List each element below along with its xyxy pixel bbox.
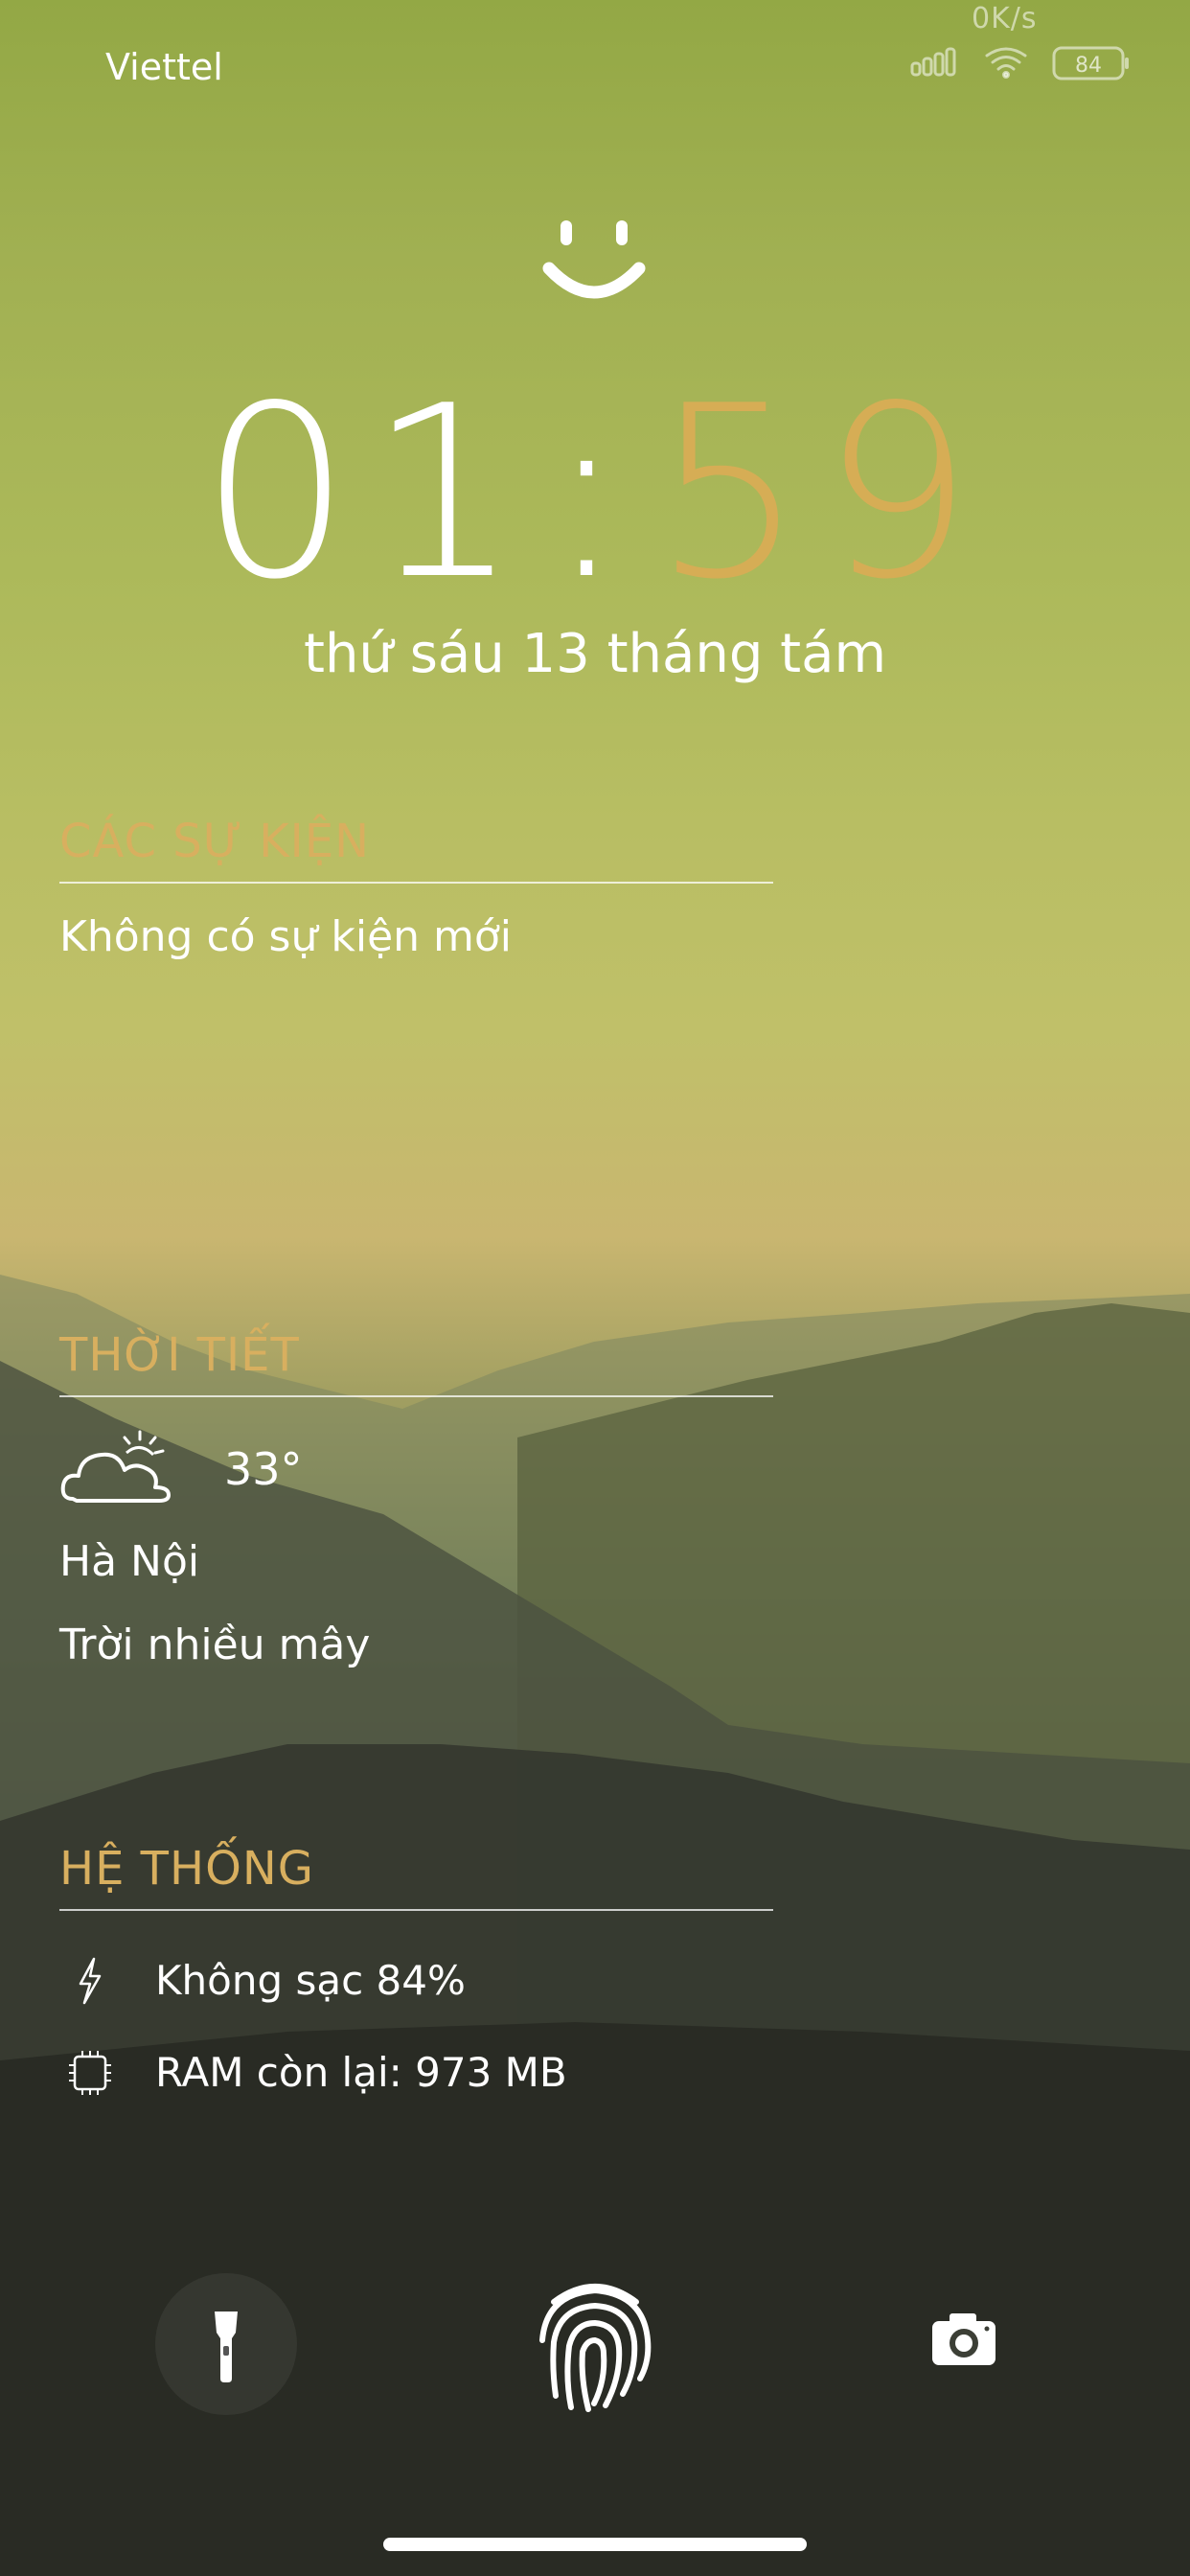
carrier-name: Viettel [105, 46, 223, 88]
battery-icon: 84 [1052, 46, 1129, 80]
clock-minutes: 59 [652, 356, 991, 632]
status-bar: Viettel 0K/s 84 [0, 0, 1190, 134]
smiley-icon [542, 220, 646, 299]
temperature: 33° [224, 1443, 303, 1495]
weather-row: 33° [59, 1424, 773, 1520]
battery-status-row: Không sạc 84% [59, 1936, 773, 2028]
flashlight-icon [215, 2312, 238, 2382]
clock-separator: : [546, 356, 644, 632]
weather-section: THỜI TIẾT 33° Hà Nội Trời nhiều mây [59, 1328, 773, 1669]
flashlight-button[interactable] [155, 2273, 297, 2415]
events-text: Không có sự kiện mới [59, 912, 513, 961]
clock: 01:59 [0, 374, 1190, 613]
battery-status: Không sạc 84% [155, 1957, 466, 2004]
events-title: CÁC SỰ KIỆN [59, 815, 773, 884]
battery-level: 84 [1075, 54, 1102, 78]
ram-status: RAM còn lại: 973 MB [155, 2049, 567, 2096]
weather-condition: Trời nhiều mây [59, 1621, 371, 1669]
system-title: HỆ THỐNG [59, 1842, 773, 1911]
home-indicator[interactable] [383, 2538, 807, 2551]
wifi-icon [985, 47, 1027, 79]
chip-icon [69, 2051, 111, 2095]
lightning-icon [79, 1957, 102, 2005]
clock-hours: 01 [199, 356, 538, 632]
fingerprint-icon[interactable] [533, 2273, 657, 2417]
date-label: thứ sáu 13 tháng tám [303, 623, 886, 685]
partly-cloudy-icon [60, 1430, 171, 1503]
weather-title: THỜI TIẾT [59, 1328, 773, 1397]
system-section: HỆ THỐNG Không sạc 84% RAM còn lại: 973 … [59, 1842, 773, 2120]
camera-icon [932, 2313, 995, 2365]
network-speed: 0K/s [972, 2, 1038, 35]
signal-icon [910, 47, 956, 77]
weather-city: Hà Nội [59, 1537, 200, 1586]
ram-status-row: RAM còn lại: 973 MB [59, 2028, 773, 2120]
status-icons: 84 [910, 46, 1129, 80]
events-section: CÁC SỰ KIỆN Không có sự kiện mới [59, 815, 773, 961]
camera-button[interactable] [896, 2273, 1030, 2407]
